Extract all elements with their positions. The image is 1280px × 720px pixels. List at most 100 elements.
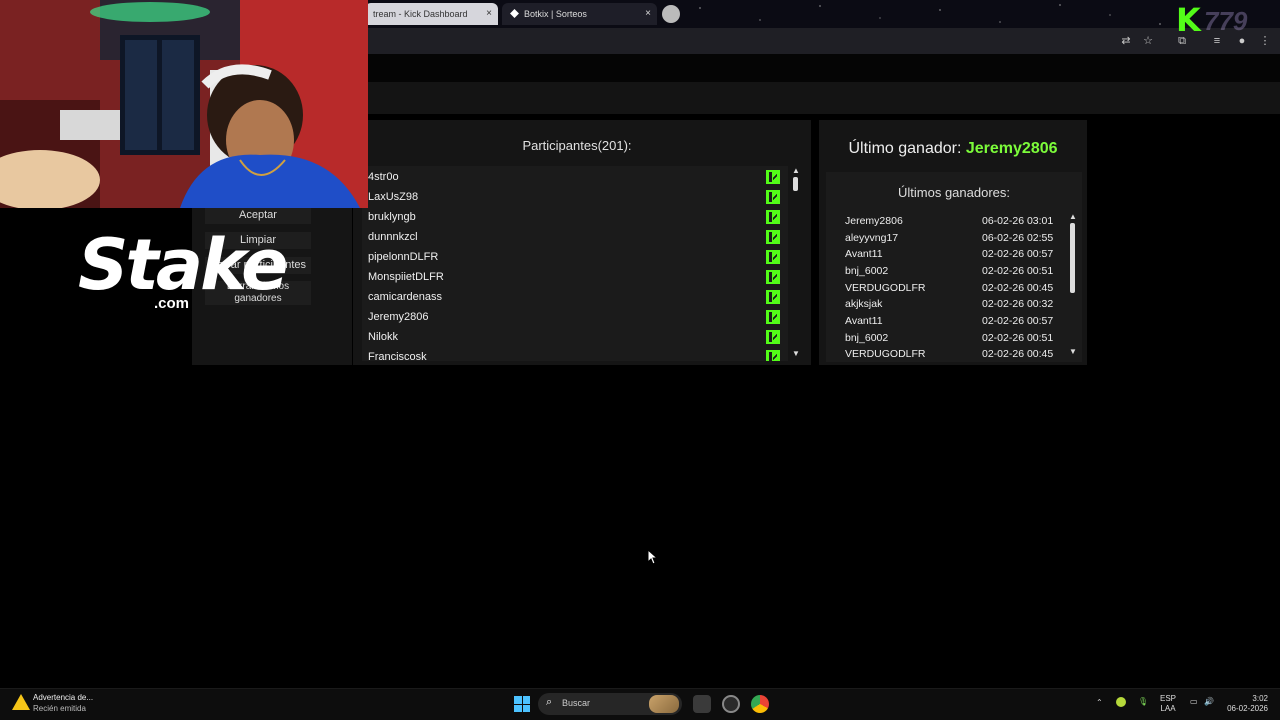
participant-name: LaxUsZ98: [368, 191, 419, 203]
clock-date: 06-02-2026: [1227, 704, 1268, 713]
notification-subtitle: Recién emitida: [33, 704, 86, 713]
list-item: Nilokk: [368, 327, 780, 347]
winner-name: VERDUGODLFR: [845, 348, 926, 359]
table-row: Avant11 02-02-26 00:57: [845, 246, 1070, 262]
winner-date: 02-02-26 00:32: [982, 298, 1054, 310]
tab-label: tream - Kick Dashboard: [373, 9, 468, 19]
participant-name: Jeremy2806: [368, 311, 429, 323]
winner-name: Avant11: [845, 315, 883, 327]
winner-date: 06-02-26 02:55: [982, 232, 1054, 244]
participant-name: pipelonnDLFR: [368, 251, 439, 263]
list-item: Jeremy2806: [368, 307, 780, 327]
clock-time: 3:02: [1252, 694, 1268, 703]
participant-name: dunnnkzcl: [368, 231, 418, 243]
chevron-up-icon[interactable]: ⌃: [1096, 698, 1103, 707]
kick-badge-icon: [766, 210, 780, 224]
winner-date: 02-02-26 00:51: [982, 332, 1054, 344]
table-row: Jeremy2806 06-02-26 03:01: [845, 213, 1070, 229]
volume-icon[interactable]: 🔊: [1204, 697, 1214, 706]
table-row: VERDUGODLFR 02-02-26 00:45: [845, 346, 1070, 359]
network-icon[interactable]: ▭: [1190, 697, 1198, 706]
kick-badge-icon: [766, 270, 780, 284]
tab-kick-dashboard[interactable]: tream - Kick Dashboard ×: [365, 3, 498, 25]
tray-app-icon[interactable]: [1116, 697, 1126, 707]
winner-name: Jeremy2806: [845, 215, 903, 227]
last-winner-label: Último ganador:: [848, 140, 962, 157]
winner-date: 02-02-26 00:45: [982, 282, 1054, 294]
clock[interactable]: 3:02 06-02-2026: [1224, 694, 1268, 714]
table-row: aleyyvng17 06-02-26 02:55: [845, 230, 1070, 246]
list-item: dunnnkzcl: [368, 227, 780, 247]
table-row: bnj_6002 02-02-26 00:51: [845, 330, 1070, 346]
winners-scrollbar[interactable]: ▲ ▼: [1068, 212, 1078, 360]
participants-list[interactable]: 4str0o LaxUsZ98 bruklyngb dunnnkzcl pipe…: [362, 166, 788, 361]
winner-name: aleyyvng17: [845, 232, 899, 244]
language-layout: LAA: [1160, 704, 1176, 713]
tab-botkix-sorteos[interactable]: Botkix | Sorteos ×: [502, 3, 657, 25]
winner-date: 02-02-26 00:57: [982, 248, 1054, 260]
participant-name: bruklyngb: [368, 211, 416, 223]
kick-badge-icon: [766, 190, 780, 204]
stake-logo: Stake .com: [78, 215, 289, 325]
search-highlight-image: [649, 695, 679, 713]
participant-name: Franciscosk: [368, 351, 427, 361]
obs-app-icon[interactable]: [722, 695, 740, 713]
overlay-number: 779: [1204, 6, 1248, 36]
winner-name: akjksjak: [845, 298, 883, 310]
microphone-icon[interactable]: 🎙: [1138, 697, 1148, 706]
language-indicator[interactable]: ESP LAA: [1160, 694, 1176, 714]
search-icon: ⌕: [546, 696, 553, 708]
participant-name: 4str0o: [368, 171, 399, 183]
list-item: MonspiietDLFR: [368, 267, 780, 287]
list-item: pipelonnDLFR: [368, 247, 780, 267]
kick-badge-icon: [766, 330, 780, 344]
last-winner-heading: Último ganador: Jeremy2806: [819, 140, 1087, 158]
list-item: camicardenass: [368, 287, 780, 307]
translate-icon[interactable]: ⇄: [1119, 34, 1133, 48]
participants-title: Participantes(201):: [522, 138, 632, 153]
winner-date: 06-02-26 03:01: [982, 215, 1054, 227]
winner-name: Avant11: [845, 248, 883, 260]
winner-date: 02-02-26 00:45: [982, 348, 1054, 359]
notification[interactable]: Advertencia de... Recién emitida: [12, 692, 122, 716]
task-view-icon[interactable]: [693, 695, 711, 713]
table-row: VERDUGODLFR 02-02-26 00:45: [845, 280, 1070, 296]
stake-logo-suffix: .com: [154, 295, 190, 312]
winner-date: 02-02-26 00:51: [982, 265, 1054, 277]
list-item: 4str0o: [368, 167, 780, 187]
tab-label: Botkix | Sorteos: [524, 9, 587, 19]
scroll-thumb[interactable]: [1070, 223, 1075, 293]
list-item: Franciscosk: [368, 347, 780, 361]
kick-badge-icon: [766, 290, 780, 304]
winner-date: 02-02-26 00:57: [982, 315, 1054, 327]
kick-badge-icon: [766, 310, 780, 324]
kick-badge-icon: [766, 350, 780, 361]
kick-badge-icon: [766, 230, 780, 244]
language-code: ESP: [1160, 694, 1177, 703]
chrome-app-icon[interactable]: [751, 695, 769, 713]
bookmark-star-icon[interactable]: ☆: [1141, 34, 1155, 48]
botkix-favicon-icon: [510, 9, 519, 18]
participant-name: Nilokk: [368, 331, 398, 343]
close-icon[interactable]: ×: [645, 3, 651, 25]
new-tab-button[interactable]: [662, 5, 680, 23]
windows-start-icon[interactable]: [514, 696, 530, 712]
participant-name: MonspiietDLFR: [368, 271, 444, 283]
taskbar-search[interactable]: ⌕ Buscar: [538, 693, 682, 715]
system-tray: ⌃ 🎙 ESP LAA ▭ 🔊 3:02 06-02-2026: [1094, 692, 1274, 718]
scroll-thumb[interactable]: [793, 177, 798, 191]
list-item: LaxUsZ98: [368, 187, 780, 207]
list-item: bruklyngb: [368, 207, 780, 227]
webcam-feed: [0, 0, 368, 208]
close-icon[interactable]: ×: [486, 3, 492, 25]
kick-logo-icon: K: [1176, 1, 1201, 39]
scroll-up-icon[interactable]: ▲: [1069, 212, 1077, 221]
participants-scrollbar[interactable]: ▲ ▼: [791, 166, 801, 361]
participant-name: camicardenass: [368, 291, 442, 303]
table-row: Avant11 02-02-26 00:57: [845, 313, 1070, 329]
notification-title: Advertencia de...: [33, 693, 94, 702]
scroll-up-icon[interactable]: ▲: [792, 166, 800, 175]
search-label: Buscar: [562, 698, 591, 708]
scroll-down-icon[interactable]: ▼: [792, 349, 800, 358]
scroll-down-icon[interactable]: ▼: [1069, 347, 1077, 356]
